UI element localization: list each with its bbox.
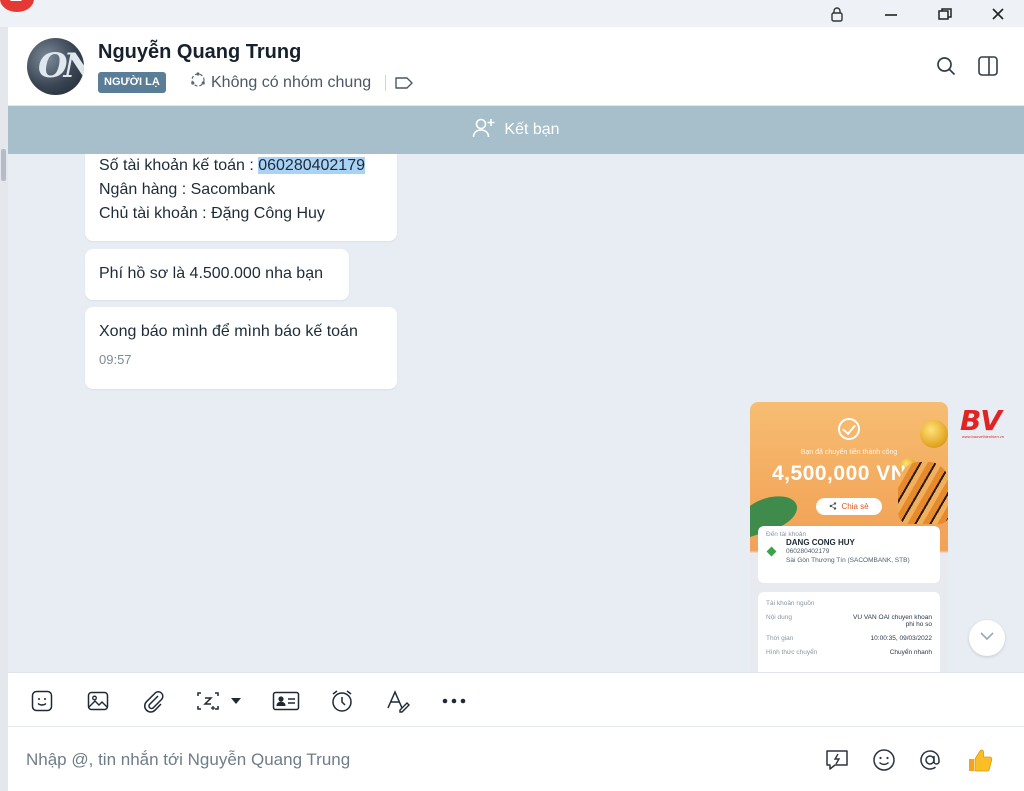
message-text: Phí hồ sơ là 4.500.000 nha bạn	[99, 265, 323, 282]
message-input[interactable]	[26, 745, 786, 775]
add-friend-label: Kết bạn	[504, 121, 560, 138]
dropdown-caret-icon[interactable]	[229, 687, 243, 715]
contact-name[interactable]: Nguyễn Quang Trung	[98, 41, 301, 64]
message-time: 09:57	[99, 352, 132, 367]
window-title-bar	[0, 0, 1024, 27]
divider	[385, 75, 386, 91]
contact-card-icon[interactable]	[271, 687, 301, 715]
message-bubble[interactable]: Số tài khoản kế toán : 060280402179 Ngân…	[85, 154, 397, 241]
screenshot-icon[interactable]	[194, 687, 222, 715]
detail-row: Hình thức chuyển Chuyển nhanh	[766, 649, 932, 656]
restore-icon[interactable]	[922, 0, 968, 27]
left-rail	[0, 27, 8, 791]
share-label: Chia sẻ	[841, 502, 869, 511]
message-bubble[interactable]: Xong báo mình để mình báo kế toán 09:57	[85, 307, 397, 389]
add-friend-button[interactable]: Kết bạn	[8, 106, 1024, 154]
message-bubble[interactable]: Phí hồ sơ là 4.500.000 nha bạn	[85, 249, 349, 300]
recipient-account: 060280402179	[786, 548, 830, 555]
text-format-icon[interactable]	[384, 687, 412, 715]
watermark-logo: BV www.baovethienhien.vn	[960, 404, 1005, 440]
scroll-to-bottom-button[interactable]	[969, 620, 1005, 656]
detail-row: Nội dung VU VAN OAI chuyen khoan phi ho …	[766, 614, 932, 628]
reminder-icon[interactable]	[328, 687, 356, 715]
attach-icon[interactable]	[139, 687, 167, 715]
add-friend-icon	[472, 117, 496, 144]
message-line: Chủ tài khoản : Đặng Công Huy	[99, 205, 325, 222]
more-icon[interactable]	[440, 687, 468, 715]
quick-message-icon[interactable]	[823, 746, 851, 774]
message-text: Xong báo mình để mình báo kế toán	[99, 323, 358, 340]
bank-logo-icon	[766, 546, 777, 557]
composer	[8, 727, 1024, 791]
success-check-icon	[838, 418, 860, 440]
transfer-details-card: Tài khoản nguồn Nội dung VU VAN OAI chuy…	[758, 592, 940, 672]
thumbs-up-icon[interactable]	[966, 746, 994, 774]
to-label: Đến tài khoản	[766, 531, 807, 538]
emoji-icon[interactable]	[870, 746, 898, 774]
recipient-bank: Sài Gòn Thương Tín (SACOMBANK, STB)	[786, 557, 910, 564]
label-tag-icon[interactable]	[394, 74, 414, 97]
chevron-down-icon	[978, 627, 996, 650]
source-label: Tài khoản nguồn	[766, 600, 815, 607]
rail-scroll-handle[interactable]	[1, 149, 6, 181]
highlighted-account-number[interactable]: 060280402179	[258, 157, 365, 174]
message-line: Số tài khoản kế toán : 060280402179	[99, 157, 365, 174]
conversation-header: ON Nguyễn Quang Trung NGƯỜI LẠ Không có …	[8, 27, 1024, 106]
recipient-card: Đến tài khoản DANG CONG HUY 060280402179…	[758, 526, 940, 583]
detail-row: Thời gian 10:00:35, 09/03/2022	[766, 635, 932, 642]
groups-label: Không có nhóm chung	[211, 73, 372, 91]
mention-icon[interactable]	[916, 746, 944, 774]
share-icon	[829, 501, 837, 512]
minimize-icon[interactable]	[868, 0, 914, 27]
share-button[interactable]: Chia sẻ	[816, 498, 882, 515]
transfer-receipt-image[interactable]: Bạn đã chuyển tiền thành công 4,500,000 …	[750, 402, 948, 672]
tiger-illustration	[898, 462, 948, 524]
receipt-caption: Bạn đã chuyển tiền thành công	[800, 449, 898, 456]
message-list[interactable]: Số tài khoản kế toán : 060280402179 Ngân…	[8, 154, 1024, 672]
notification-dot[interactable]	[0, 0, 34, 12]
lock-icon[interactable]	[814, 0, 860, 27]
groups-icon	[189, 71, 207, 94]
avatar[interactable]: ON	[27, 38, 84, 95]
sticker-icon[interactable]	[28, 687, 56, 715]
search-icon[interactable]	[932, 52, 960, 80]
composer-toolbar	[8, 672, 1024, 727]
stranger-badge: NGƯỜI LẠ	[98, 72, 166, 93]
message-line: Ngân hàng : Sacombank	[99, 181, 276, 198]
image-icon[interactable]	[84, 687, 112, 715]
common-groups[interactable]: Không có nhóm chung	[189, 72, 371, 93]
coin-decoration	[920, 420, 948, 448]
recipient-name: DANG CONG HUY	[786, 538, 855, 547]
side-panel-icon[interactable]	[974, 52, 1002, 80]
close-icon[interactable]	[975, 0, 1021, 27]
